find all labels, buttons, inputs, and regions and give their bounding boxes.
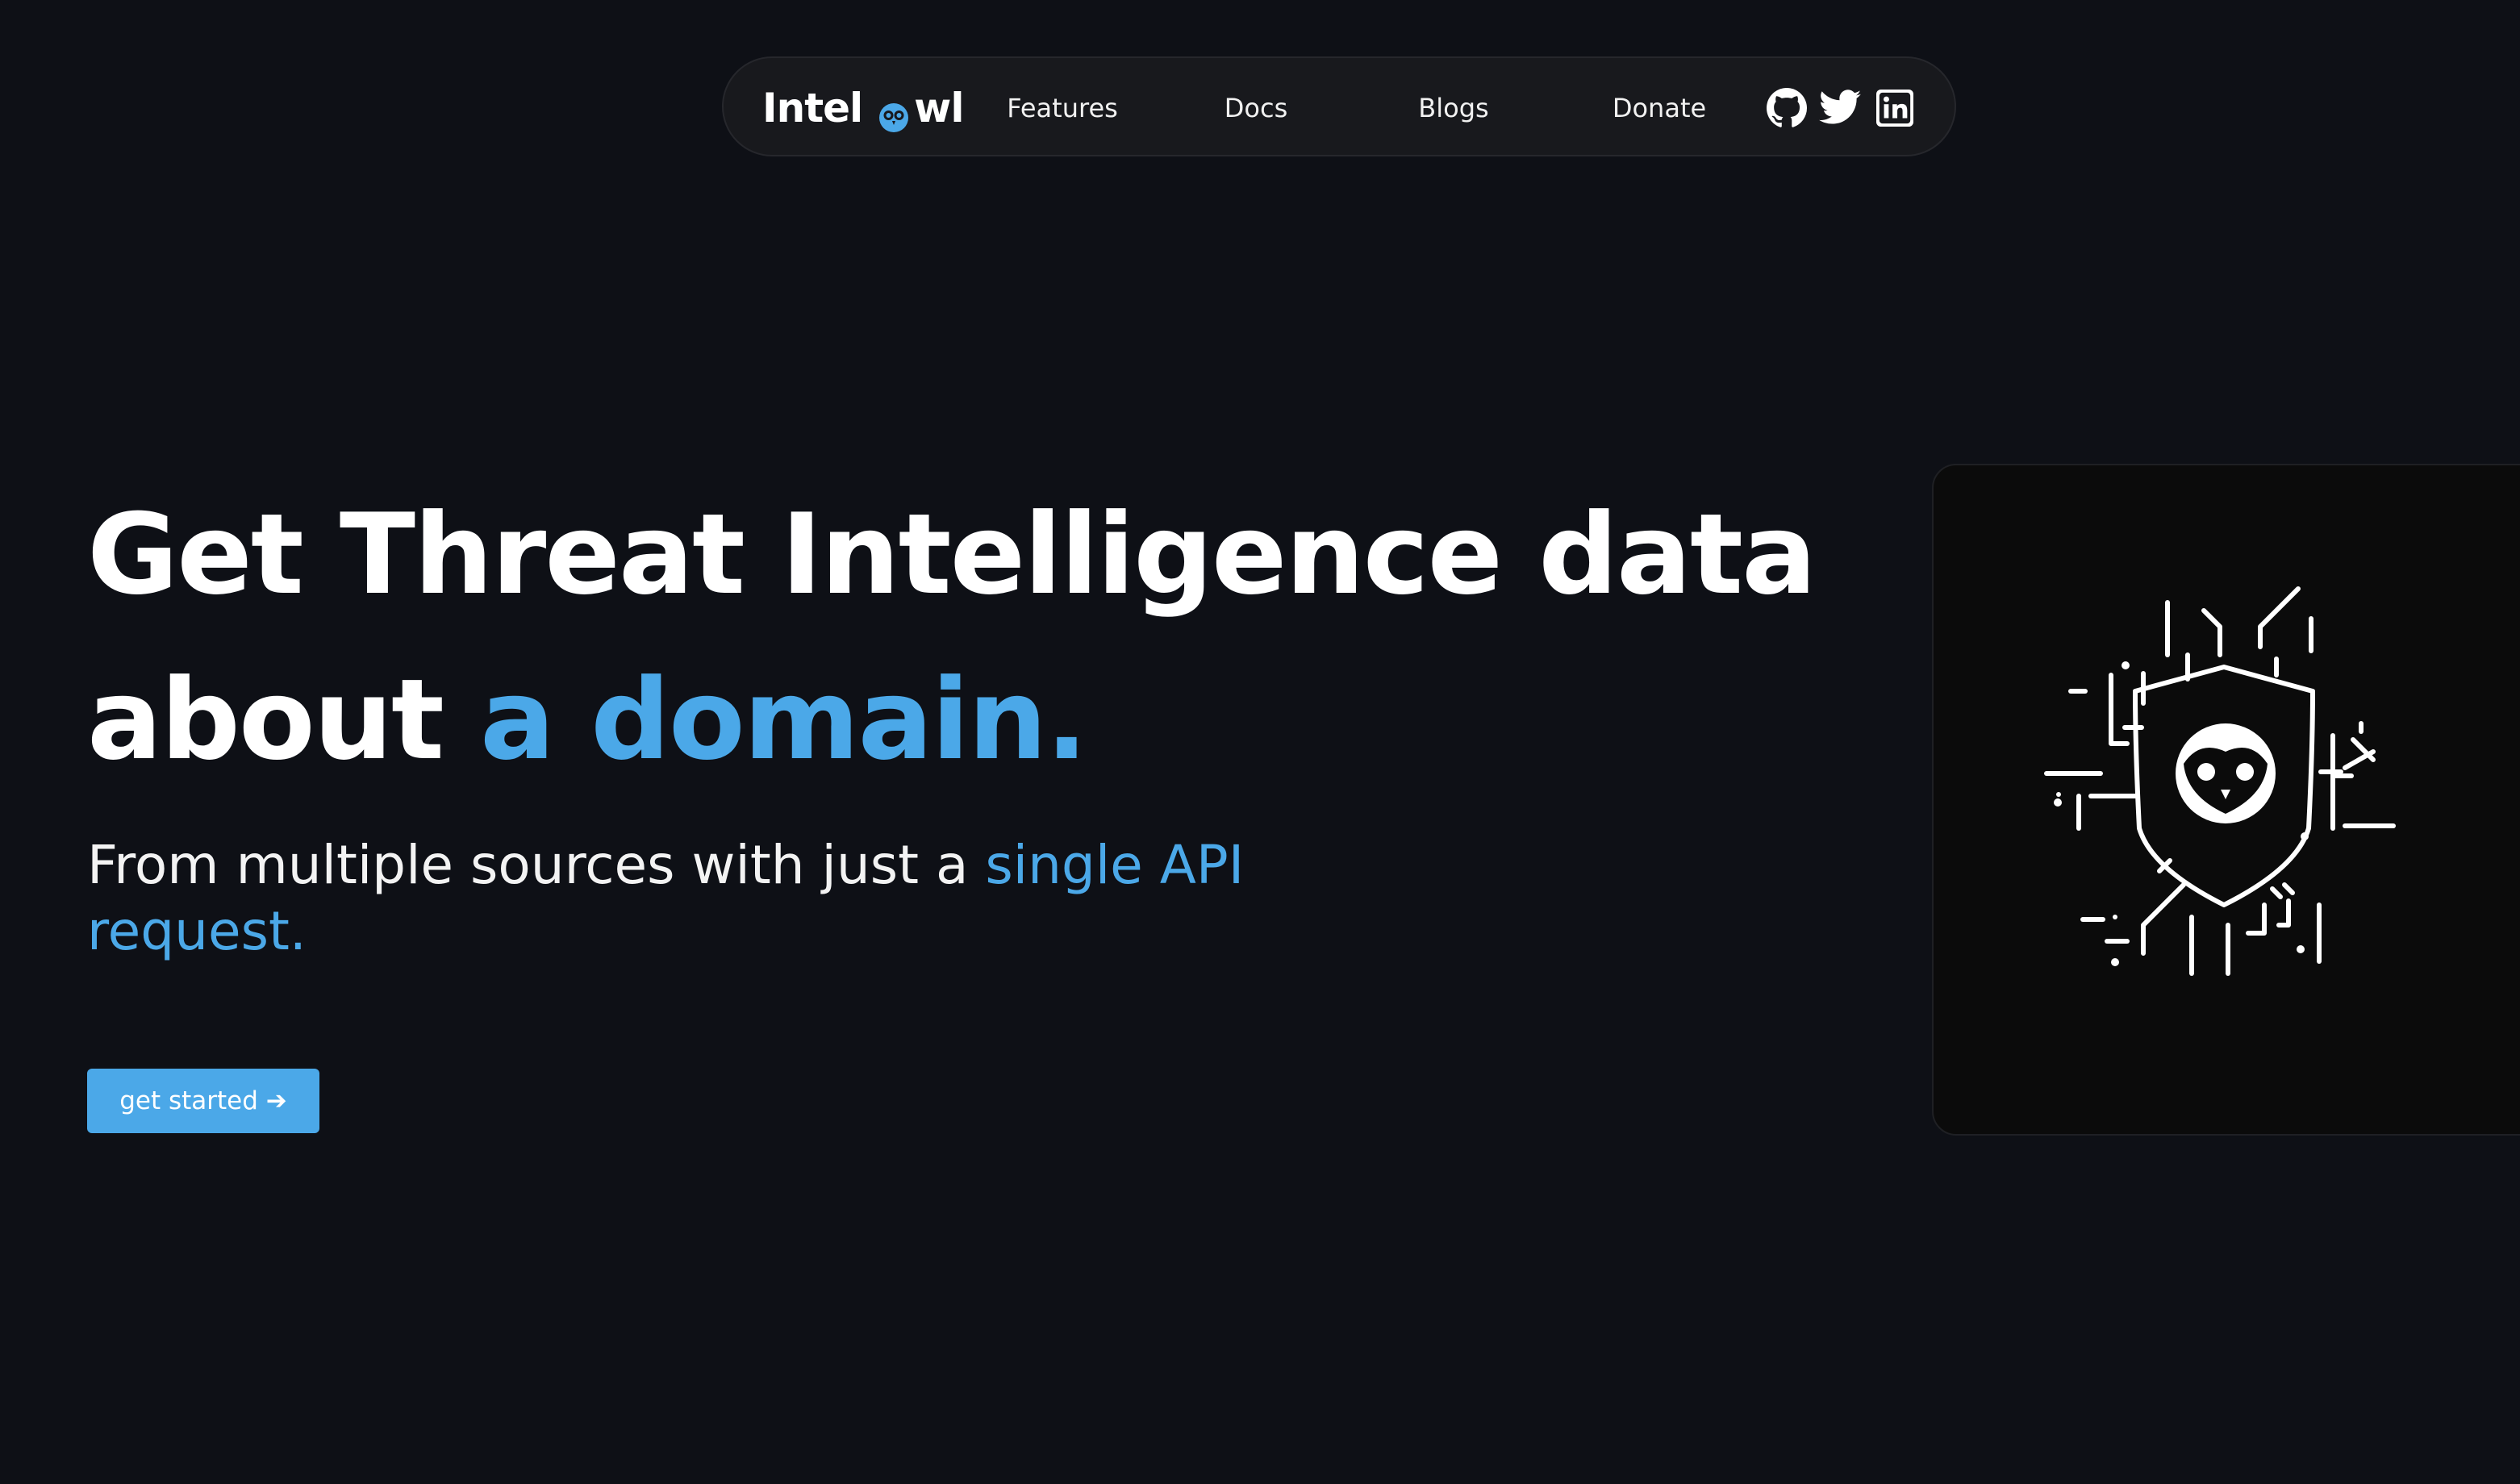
nav-link-donate[interactable]: Donate: [1587, 58, 1732, 158]
hero-title-line1: Get Threat Intelligence data: [87, 490, 1817, 619]
brand-text-wl: wl: [914, 85, 964, 131]
linkedin-icon[interactable]: [1874, 87, 1916, 129]
brand-text-intel: Intel: [762, 85, 863, 131]
hero-title-line2-prefix: about: [87, 655, 480, 785]
nav-link-docs[interactable]: Docs: [1195, 58, 1316, 158]
navbar: Intel wl Features Docs Blogs Donate: [722, 56, 1956, 156]
hero-title-accent: a domain.: [479, 655, 1088, 785]
brand-logo[interactable]: Intel wl: [762, 58, 965, 158]
hero-subtitle: From multiple sources with just a single…: [87, 832, 1297, 965]
get-started-button[interactable]: get started ➔: [87, 1069, 319, 1133]
nav-link-blogs[interactable]: Blogs: [1393, 58, 1514, 158]
github-icon[interactable]: [1766, 87, 1808, 129]
hero-subtitle-prefix: From multiple sources with just a: [87, 834, 986, 896]
owl-logo-icon: [878, 96, 909, 132]
nav-link-features[interactable]: Features: [990, 58, 1135, 158]
hero-title: Get Threat Intelligence data about a dom…: [87, 472, 1817, 802]
page: Intel wl Features Docs Blogs Donate Get …: [0, 0, 2520, 1484]
illustration-card: [1932, 464, 2520, 1136]
owl-shield-circuit-icon: [2044, 586, 2396, 976]
twitter-icon[interactable]: [1819, 87, 1861, 129]
